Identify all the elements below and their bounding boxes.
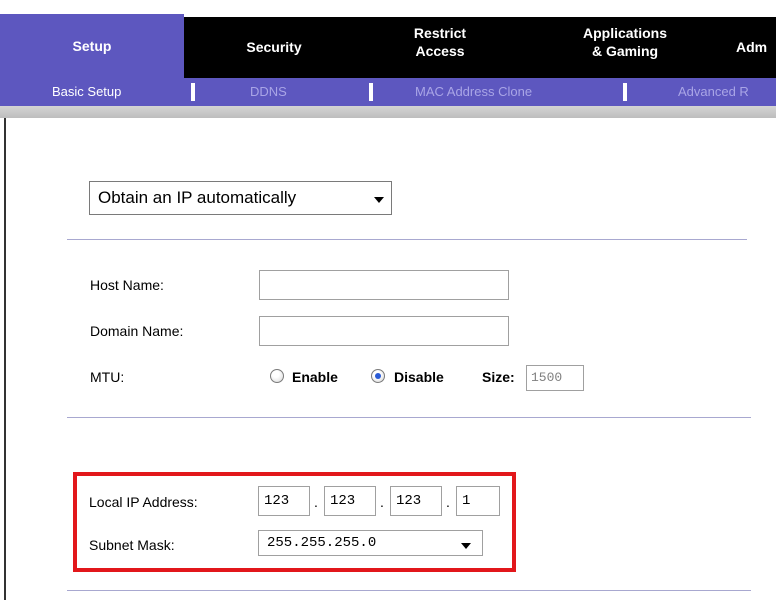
mtu-size-label: Size: xyxy=(482,369,515,385)
tab-setup-label: Setup xyxy=(72,38,112,54)
local-ip-octet-2[interactable]: 123 xyxy=(324,486,376,516)
header-divider-strip xyxy=(0,106,776,118)
tab-administration[interactable]: Adm xyxy=(736,39,767,56)
content-left-border xyxy=(4,118,6,600)
top-navigation: Setup Security Restrict Access Applicati… xyxy=(0,0,776,81)
subnet-mask-value: 255.255.255.0 xyxy=(267,535,377,551)
tab-setup[interactable]: Setup xyxy=(0,14,184,78)
tab-bar: Security Restrict Access Applications & … xyxy=(184,14,776,81)
tab-restrict-access-line2: Access xyxy=(415,43,465,59)
subtab-ddns[interactable]: DDNS xyxy=(250,78,287,106)
section-divider xyxy=(67,417,751,418)
subtab-advanced-routing[interactable]: Advanced R xyxy=(678,78,749,106)
subtab-separator xyxy=(191,83,195,101)
mtu-size-input[interactable]: 1500 xyxy=(526,365,584,391)
section-divider xyxy=(67,590,751,591)
section-divider xyxy=(67,239,747,240)
subtab-separator xyxy=(369,83,373,101)
subnet-mask-select[interactable]: 255.255.255.0 xyxy=(258,530,483,556)
domain-name-input[interactable] xyxy=(259,316,509,346)
local-ip-label: Local IP Address: xyxy=(89,494,198,510)
subtab-mac-address-clone[interactable]: MAC Address Clone xyxy=(415,78,532,106)
tab-applications-gaming-line2: & Gaming xyxy=(591,43,659,59)
host-name-input[interactable] xyxy=(259,270,509,300)
connection-type-select[interactable]: Obtain an IP automatically xyxy=(89,181,392,215)
tab-applications-gaming[interactable]: Applications & Gaming xyxy=(560,25,690,69)
tab-security[interactable]: Security xyxy=(214,39,334,56)
mtu-disable-label: Disable xyxy=(394,369,444,385)
subtab-separator xyxy=(623,83,627,101)
ip-dot-separator: . xyxy=(380,494,384,510)
tab-applications-gaming-line1: Applications xyxy=(582,25,667,41)
local-ip-octet-3[interactable]: 123 xyxy=(390,486,442,516)
ip-dot-separator: . xyxy=(314,494,318,510)
tab-restrict-access-line1: Restrict xyxy=(413,25,467,41)
mtu-disable-radio[interactable] xyxy=(371,369,385,383)
tab-restrict-access[interactable]: Restrict Access xyxy=(380,25,500,69)
mtu-enable-radio[interactable] xyxy=(270,369,284,383)
subnet-mask-label: Subnet Mask: xyxy=(89,537,175,553)
connection-type-value: Obtain an IP automatically xyxy=(98,188,297,207)
chevron-down-icon xyxy=(461,543,471,549)
host-name-label: Host Name: xyxy=(90,277,164,293)
domain-name-label: Domain Name: xyxy=(90,323,184,339)
local-ip-octet-4[interactable]: 1 xyxy=(456,486,500,516)
sub-navigation: Basic Setup DDNS MAC Address Clone Advan… xyxy=(0,78,776,106)
ip-dot-separator: . xyxy=(446,494,450,510)
local-ip-octet-1[interactable]: 123 xyxy=(258,486,310,516)
subtab-basic-setup[interactable]: Basic Setup xyxy=(52,78,121,106)
chevron-down-icon xyxy=(374,197,384,203)
mtu-label: MTU: xyxy=(90,369,125,385)
mtu-enable-label: Enable xyxy=(292,369,338,385)
